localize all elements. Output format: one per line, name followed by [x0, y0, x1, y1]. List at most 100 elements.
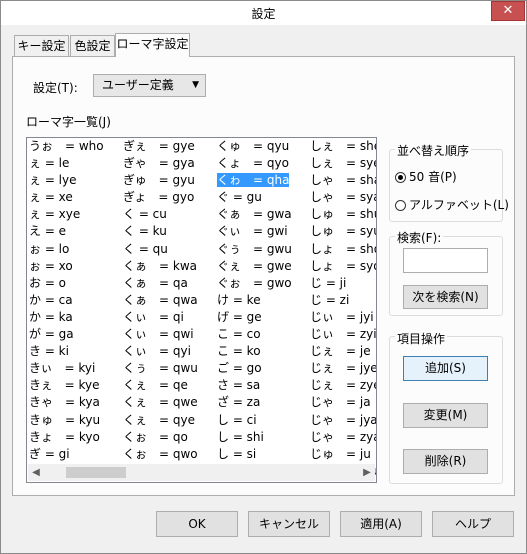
list-item[interactable]: くぇ = qe — [123, 377, 215, 394]
list-item[interactable]: し = ci — [217, 412, 309, 429]
list-item[interactable]: か = ka — [29, 309, 121, 326]
list-item[interactable]: しょ = syo — [310, 258, 376, 275]
list-item[interactable]: くぃ = qwi — [123, 326, 215, 343]
list-item[interactable]: じ = zi — [310, 292, 376, 309]
list-item[interactable]: ぐぁ = gwa — [217, 206, 309, 223]
list-item[interactable]: じぃ = zyi — [310, 326, 376, 343]
list-item[interactable]: じゃ = jya — [310, 412, 376, 429]
list-item[interactable]: くぁ = qa — [123, 275, 215, 292]
list-item[interactable]: くぁ = qwa — [123, 292, 215, 309]
list-item[interactable]: しぇ = she — [310, 138, 376, 155]
list-item[interactable]: きゃ = kya — [29, 394, 121, 411]
list-item[interactable]: ぎゅ = gyu — [123, 172, 215, 189]
change-button[interactable]: 変更(M) — [403, 403, 488, 428]
tab-romaji-settings[interactable]: ローマ字設定 — [115, 33, 190, 57]
list-item[interactable]: じぇ = zye — [310, 377, 376, 394]
list-item[interactable]: じぇ = jye — [310, 360, 376, 377]
list-item[interactable]: ぉ = xo — [29, 258, 121, 275]
radio-alphabet[interactable]: アルファベット(L) — [395, 196, 509, 213]
list-item[interactable]: か = ca — [29, 292, 121, 309]
list-item[interactable]: ぐぇ = gwe — [217, 258, 309, 275]
list-item[interactable]: ぐぅ = gwu — [217, 241, 309, 258]
list-item[interactable]: お = o — [29, 275, 121, 292]
list-item[interactable]: え = e — [29, 223, 121, 240]
list-item[interactable]: くぁ = kwa — [123, 258, 215, 275]
list-item[interactable]: しゅ = shu — [310, 206, 376, 223]
list-item[interactable]: ぎゃ = gya — [123, 155, 215, 172]
list-item[interactable]: ぐ = gu — [217, 189, 309, 206]
cancel-button[interactable]: キャンセル — [248, 511, 330, 537]
list-item[interactable]: ぐぃ = gwi — [217, 223, 309, 240]
list-item[interactable]: くぃ = qi — [123, 309, 215, 326]
list-item[interactable]: こ = ko — [217, 343, 309, 360]
list-item[interactable]: が = ga — [29, 326, 121, 343]
list-item-text: しゃ = sya — [310, 190, 377, 205]
list-item[interactable]: け = ke — [217, 292, 309, 309]
list-item[interactable]: じぃ = jyi — [310, 309, 376, 326]
list-item[interactable]: しゅ = syu — [310, 223, 376, 240]
list-item[interactable]: くぃ = qyi — [123, 343, 215, 360]
horizontal-scrollbar[interactable]: ◀ ▶ — [28, 464, 375, 481]
list-item[interactable]: く = ku — [123, 223, 215, 240]
romaji-listbox[interactable]: うぉ = who ぇ = le ぇ = lye ぇ = xe ぇ = xye え = e ぉ… — [26, 137, 377, 483]
list-item[interactable]: じゃ = ja — [310, 394, 376, 411]
list-item[interactable]: くょ = qyo — [217, 155, 309, 172]
scrollbar-thumb[interactable] — [66, 467, 126, 478]
list-item[interactable]: くゎ = qha — [217, 172, 309, 189]
list-item[interactable]: し = si — [217, 446, 309, 463]
search-input[interactable] — [403, 248, 488, 273]
list-item[interactable]: しぇ = sye — [310, 155, 376, 172]
list-item[interactable]: きゅ = kyu — [29, 412, 121, 429]
list-item[interactable]: ぎぇ = gye — [123, 138, 215, 155]
ok-button[interactable]: OK — [156, 511, 238, 537]
list-item[interactable]: ご = go — [217, 360, 309, 377]
list-item[interactable]: ぇ = le — [29, 155, 121, 172]
list-item[interactable]: きぇ = kye — [29, 377, 121, 394]
list-item[interactable]: くぉ = qo — [123, 429, 215, 446]
list-item[interactable]: ぎ = gi — [29, 446, 121, 463]
list-item[interactable]: こ = co — [217, 326, 309, 343]
apply-button[interactable]: 適用(A) — [340, 511, 422, 537]
radio-50-sound[interactable]: 50 音(P) — [395, 168, 457, 185]
list-item[interactable]: じゃ = zya — [310, 429, 376, 446]
delete-button[interactable]: 削除(R) — [403, 449, 488, 474]
close-button[interactable]: ✕ — [491, 1, 525, 21]
list-item[interactable]: くぅ = qwu — [123, 360, 215, 377]
tab-color-settings[interactable]: 色設定 — [70, 35, 115, 56]
list-item[interactable]: くぉ = qwo — [123, 446, 215, 463]
setting-combo[interactable]: ユーザー定義 ▼ — [93, 74, 206, 97]
list-item[interactable]: く = cu — [123, 206, 215, 223]
list-item[interactable]: ざ = za — [217, 394, 309, 411]
list-item[interactable]: うぉ = who — [29, 138, 121, 155]
list-item-text: ご = go — [217, 361, 262, 376]
list-column: しぇ = she しぇ = sye しゃ = sha しゃ = sya しゅ = shu… — [310, 138, 377, 480]
scroll-right-icon[interactable]: ▶ — [360, 465, 374, 480]
list-item[interactable]: さ = sa — [217, 377, 309, 394]
list-item[interactable]: ぇ = xye — [29, 206, 121, 223]
scroll-left-icon[interactable]: ◀ — [29, 465, 43, 480]
list-item[interactable]: ぐぉ = gwo — [217, 275, 309, 292]
list-item[interactable]: くぇ = qwe — [123, 394, 215, 411]
list-item[interactable]: ぇ = xe — [29, 189, 121, 206]
list-item[interactable]: じ = ji — [310, 275, 376, 292]
list-item[interactable]: くぇ = qye — [123, 412, 215, 429]
help-button[interactable]: ヘルプ — [432, 511, 514, 537]
list-item[interactable]: げ = ge — [217, 309, 309, 326]
find-next-button[interactable]: 次を検索(N) — [403, 285, 488, 309]
list-item[interactable]: くゅ = qyu — [217, 138, 309, 155]
list-item[interactable]: ぎょ = gyo — [123, 189, 215, 206]
list-item[interactable]: じゅ = ju — [310, 446, 376, 463]
list-item[interactable]: きぃ = kyi — [29, 360, 121, 377]
list-item[interactable]: しゃ = sha — [310, 172, 376, 189]
list-item[interactable]: き = ki — [29, 343, 121, 360]
tab-key-settings[interactable]: キー設定 — [14, 35, 69, 56]
add-button[interactable]: 追加(S) — [403, 356, 488, 381]
list-item[interactable]: し = shi — [217, 429, 309, 446]
list-item[interactable]: じぇ = je — [310, 343, 376, 360]
list-item[interactable]: きょ = kyo — [29, 429, 121, 446]
list-item[interactable]: しゃ = sya — [310, 189, 377, 206]
list-item[interactable]: く = qu — [123, 241, 215, 258]
list-item[interactable]: ぉ = lo — [29, 241, 121, 258]
list-item[interactable]: ぇ = lye — [29, 172, 121, 189]
list-item[interactable]: しょ = sho — [310, 241, 376, 258]
